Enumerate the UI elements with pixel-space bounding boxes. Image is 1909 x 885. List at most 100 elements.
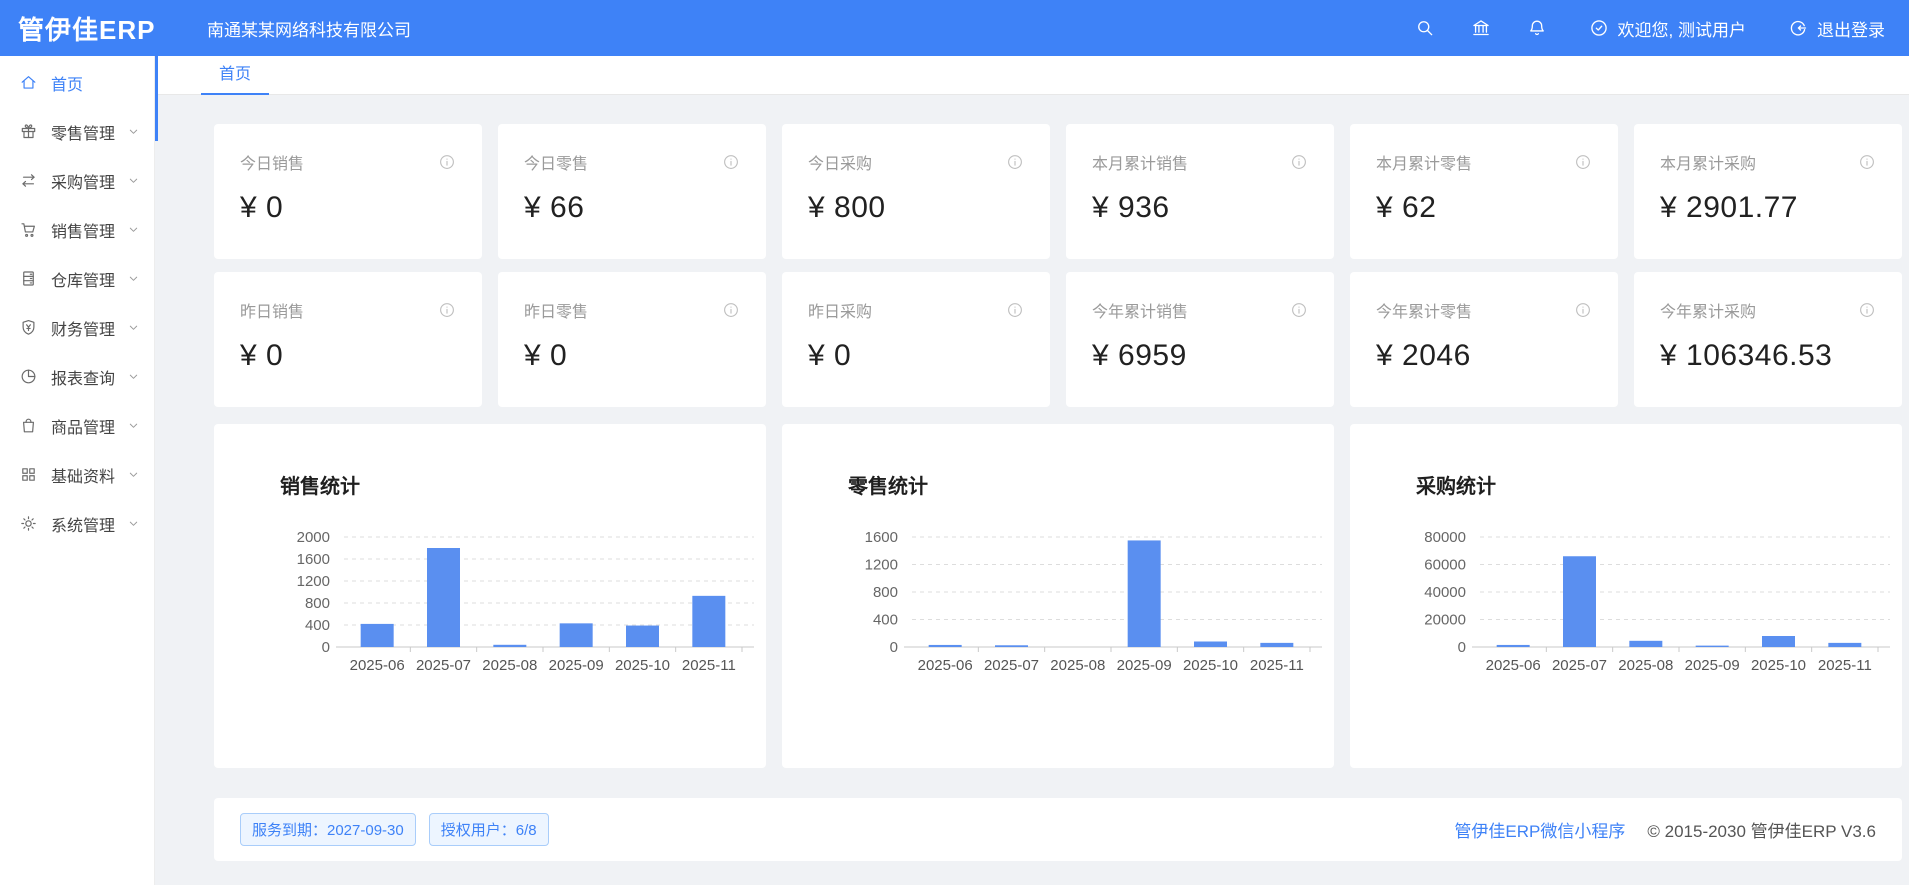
logout-button[interactable]: 退出登录 xyxy=(1788,16,1885,41)
stat-card-label: 今年累计采购 xyxy=(1660,298,1756,322)
chart-bar[interactable] xyxy=(493,645,526,647)
content-accent-bar xyxy=(155,56,158,141)
chart-bar[interactable] xyxy=(1194,642,1227,648)
stat-card: 昨日销售 ¥ 0 xyxy=(214,272,482,407)
chart-panel: 零售统计 0400800120016002025-062025-072025-0… xyxy=(782,424,1334,768)
sidebar-item-采购管理[interactable]: 采购管理 xyxy=(0,156,154,205)
info-icon[interactable] xyxy=(1290,301,1308,319)
logout-text: 退出登录 xyxy=(1817,16,1885,41)
svg-text:1600: 1600 xyxy=(865,529,898,546)
info-icon[interactable] xyxy=(1574,301,1592,319)
sidebar-item-销售管理[interactable]: 销售管理 xyxy=(0,205,154,254)
info-icon[interactable] xyxy=(1858,301,1876,319)
info-icon[interactable] xyxy=(1858,153,1876,171)
sidebar-item-label: 首页 xyxy=(51,71,83,95)
tab-home[interactable]: 首页 xyxy=(201,56,269,95)
chart-bar[interactable] xyxy=(1563,556,1596,647)
stat-card-value: ¥ 106346.53 xyxy=(1660,339,1876,373)
stat-card-value: ¥ 62 xyxy=(1376,191,1592,225)
sidebar-item-报表查询[interactable]: 报表查询 xyxy=(0,352,154,401)
chart-bar[interactable] xyxy=(361,624,394,647)
chart-bar[interactable] xyxy=(1762,636,1795,647)
chevron-down-icon xyxy=(128,175,139,186)
copyright-text: © 2015-2030 管伊佳ERP V3.6 xyxy=(1647,817,1876,842)
gift-icon xyxy=(19,122,38,141)
svg-text:2000: 2000 xyxy=(297,529,330,546)
stat-card-label: 今年累计销售 xyxy=(1092,298,1188,322)
chevron-down-icon xyxy=(128,420,139,431)
svg-text:2025-07: 2025-07 xyxy=(416,657,471,674)
stat-card-value: ¥ 2046 xyxy=(1376,339,1592,373)
chart-panel: 采购统计 0200004000060000800002025-062025-07… xyxy=(1350,424,1902,768)
svg-text:2025-10: 2025-10 xyxy=(1751,657,1806,674)
sidebar-item-label: 零售管理 xyxy=(51,120,115,144)
main-area: 首页 今日销售 ¥ 0 今日零售 ¥ 66 今日采购 ¥ 800 本月累计销售 … xyxy=(155,56,1909,885)
svg-text:2025-10: 2025-10 xyxy=(1183,657,1238,674)
stat-card-label: 今日销售 xyxy=(240,150,304,174)
stat-card: 今日零售 ¥ 66 xyxy=(498,124,766,259)
sidebar-item-基础资料[interactable]: 基础资料 xyxy=(0,450,154,499)
info-icon[interactable] xyxy=(1574,153,1592,171)
company-name: 南通某某网络科技有限公司 xyxy=(207,16,411,41)
chart-bar[interactable] xyxy=(1696,646,1729,647)
chart-bar[interactable] xyxy=(560,623,593,647)
stat-card-label: 本月累计零售 xyxy=(1376,150,1472,174)
home-icon xyxy=(19,73,38,92)
sidebar-item-商品管理[interactable]: 商品管理 xyxy=(0,401,154,450)
logout-icon xyxy=(1788,18,1808,38)
chart-bar[interactable] xyxy=(692,596,725,647)
sidebar-item-零售管理[interactable]: 零售管理 xyxy=(0,107,154,156)
chart-bar[interactable] xyxy=(1260,643,1293,647)
stat-card: 今年累计零售 ¥ 2046 xyxy=(1350,272,1618,407)
svg-text:400: 400 xyxy=(873,612,898,629)
svg-text:0: 0 xyxy=(890,639,898,656)
bank-icon[interactable] xyxy=(1471,18,1491,38)
stat-card-label: 昨日采购 xyxy=(808,298,872,322)
app-logo[interactable]: 管伊佳ERP xyxy=(0,10,155,47)
sidebar-item-首页[interactable]: 首页 xyxy=(0,58,154,107)
info-icon[interactable] xyxy=(438,153,456,171)
chart-bar[interactable] xyxy=(626,626,659,647)
bell-icon[interactable] xyxy=(1527,18,1547,38)
svg-text:2025-08: 2025-08 xyxy=(482,657,537,674)
sidebar-item-label: 采购管理 xyxy=(51,169,115,193)
stat-card-label: 昨日零售 xyxy=(524,298,588,322)
info-icon[interactable] xyxy=(1006,301,1024,319)
bar-chart-canvas[interactable]: 04008001200160020002025-062025-072025-08… xyxy=(214,512,766,742)
sidebar-item-财务管理[interactable]: 财务管理 xyxy=(0,303,154,352)
sidebar-item-label: 仓库管理 xyxy=(51,267,115,291)
svg-text:2025-06: 2025-06 xyxy=(918,657,973,674)
bar-chart-canvas[interactable]: 0400800120016002025-062025-072025-082025… xyxy=(782,512,1334,742)
user-menu[interactable]: 欢迎您, 测试用户 xyxy=(1589,16,1746,41)
stat-card: 本月累计采购 ¥ 2901.77 xyxy=(1634,124,1902,259)
chevron-down-icon xyxy=(128,371,139,382)
sidebar-item-仓库管理[interactable]: 仓库管理 xyxy=(0,254,154,303)
info-icon[interactable] xyxy=(722,301,740,319)
chart-bar[interactable] xyxy=(995,645,1028,647)
chart-bar[interactable] xyxy=(929,645,962,647)
chart-bar[interactable] xyxy=(1828,643,1861,647)
miniprogram-link[interactable]: 管伊佳ERP微信小程序 xyxy=(1454,817,1625,842)
stat-card-value: ¥ 936 xyxy=(1092,191,1308,225)
chart-title: 销售统计 xyxy=(280,470,360,499)
footer: 服务到期：2027-09-30 授权用户：6/8 管伊佳ERP微信小程序 © 2… xyxy=(214,798,1902,861)
chart-bar[interactable] xyxy=(427,548,460,647)
stat-card: 本月累计零售 ¥ 62 xyxy=(1350,124,1618,259)
cabinet-icon xyxy=(19,269,38,288)
chart-bar[interactable] xyxy=(1497,645,1530,647)
chart-bar[interactable] xyxy=(1629,641,1662,647)
sidebar-item-label: 销售管理 xyxy=(51,218,115,242)
pie-chart-icon xyxy=(19,367,38,386)
info-icon[interactable] xyxy=(722,153,740,171)
info-icon[interactable] xyxy=(1290,153,1308,171)
charts-row: 销售统计 04008001200160020002025-062025-0720… xyxy=(214,424,1902,768)
bar-chart-canvas[interactable]: 0200004000060000800002025-062025-072025-… xyxy=(1350,512,1902,742)
search-icon[interactable] xyxy=(1415,18,1435,38)
info-icon[interactable] xyxy=(438,301,456,319)
svg-text:2025-07: 2025-07 xyxy=(984,657,1039,674)
sidebar-item-系统管理[interactable]: 系统管理 xyxy=(0,499,154,548)
chart-bar[interactable] xyxy=(1128,540,1161,647)
chart-title: 零售统计 xyxy=(848,470,928,499)
info-icon[interactable] xyxy=(1006,153,1024,171)
header-actions: 欢迎您, 测试用户 退出登录 xyxy=(1379,16,1909,41)
